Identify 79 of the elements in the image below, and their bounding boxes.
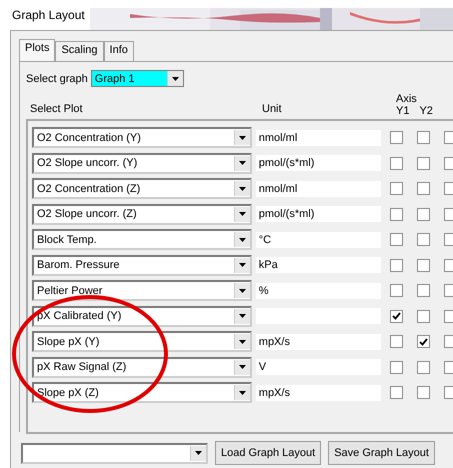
checkbox[interactable] — [390, 182, 403, 196]
checkbox[interactable] — [444, 310, 453, 323]
checkbox[interactable] — [390, 386, 403, 400]
checkbox[interactable] — [417, 182, 430, 196]
dropdown-arrow-icon — [238, 340, 246, 344]
graph-dropdown[interactable]: Graph 1 — [90, 70, 184, 87]
checkbox[interactable] — [417, 131, 430, 144]
plot-dropdown[interactable]: Barom. Pressure — [32, 254, 252, 276]
plot-dropdown[interactable]: pX Raw Signal (Z) — [32, 356, 252, 378]
layout-button[interactable]: Load Graph Layout — [215, 441, 322, 465]
unit-field[interactable]: V — [256, 359, 381, 376]
checkbox[interactable] — [444, 284, 453, 298]
plot-dropdown[interactable]: Peltier Power — [32, 280, 252, 302]
checkbox[interactable] — [390, 131, 403, 144]
unit-field[interactable]: pmol/(s*ml) — [256, 206, 381, 222]
unit-field[interactable]: mpX/s — [256, 334, 381, 350]
checkbox[interactable] — [444, 258, 453, 272]
tab[interactable]: Plots — [19, 39, 56, 62]
tab[interactable]: Scaling — [55, 41, 104, 61]
checkbox[interactable] — [390, 284, 403, 298]
plot-dropdown[interactable]: pX Calibrated (Y) — [32, 306, 252, 327]
checkbox[interactable] — [417, 360, 430, 374]
checkbox[interactable] — [444, 208, 453, 221]
checkbox[interactable] — [390, 335, 403, 348]
checkbox[interactable] — [390, 233, 403, 246]
checkbox[interactable] — [444, 182, 453, 196]
unit-field[interactable]: nmol/ml — [256, 130, 381, 146]
checkbox[interactable] — [390, 310, 403, 323]
unit-field[interactable]: nmol/ml — [256, 180, 381, 197]
checkbox[interactable] — [417, 233, 430, 246]
column-header: Unit — [262, 103, 282, 115]
dropdown-arrow-icon — [238, 238, 246, 242]
plot-dropdown[interactable]: Slope pX (Y) — [32, 331, 252, 352]
checkbox[interactable] — [390, 208, 403, 221]
checkbox[interactable] — [417, 310, 430, 323]
checkbox[interactable] — [417, 284, 430, 298]
plot-dropdown[interactable]: O2 Concentration (Y) — [32, 127, 252, 148]
checkbox[interactable] — [417, 335, 430, 348]
layout-button[interactable]: Save Graph Layout — [328, 441, 435, 465]
unit-field[interactable]: °C — [256, 232, 381, 248]
checkbox[interactable] — [444, 156, 453, 170]
checkbox[interactable] — [390, 360, 403, 374]
checkbox[interactable] — [444, 360, 453, 374]
dropdown-arrow-icon — [238, 212, 246, 216]
unit-field[interactable]: pmol/(s*ml) — [256, 155, 381, 172]
dropdown-arrow-icon — [195, 451, 202, 455]
dropdown-arrow-icon — [238, 288, 246, 293]
select-graph-label: Select graph — [26, 72, 88, 84]
column-header: Axis — [396, 93, 418, 105]
dropdown-arrow-icon — [238, 186, 246, 191]
checkbox[interactable] — [444, 335, 453, 348]
plot-dropdown[interactable]: O2 Slope uncorr. (Y) — [32, 152, 252, 174]
dropdown-arrow-icon — [238, 136, 246, 140]
dropdown-arrow-icon — [238, 365, 246, 370]
checkbox[interactable] — [444, 131, 453, 144]
checkbox[interactable] — [417, 386, 430, 400]
unit-field[interactable]: mpX/s — [256, 384, 381, 401]
checkbox[interactable] — [444, 386, 453, 400]
unit-field[interactable]: kPa — [256, 257, 381, 274]
column-header: Y1 — [396, 105, 410, 117]
column-header: Select Plot — [30, 103, 83, 115]
dropdown-arrow-icon — [238, 161, 246, 166]
dropdown-arrow-icon — [238, 263, 246, 268]
checkbox[interactable] — [417, 156, 430, 170]
unit-field[interactable]: % — [256, 282, 381, 299]
dropdown-arrow-icon — [172, 76, 179, 80]
checkbox[interactable] — [444, 233, 453, 246]
checkbox[interactable] — [390, 156, 403, 170]
checkbox[interactable] — [417, 258, 430, 272]
dropdown-arrow-icon — [238, 390, 246, 395]
dropdown-arrow-icon — [238, 314, 246, 318]
plot-dropdown[interactable]: O2 Slope uncorr. (Z) — [32, 204, 252, 225]
plot-dropdown[interactable]: Block Temp. — [32, 229, 252, 250]
column-header: Y2 — [419, 105, 433, 117]
plot-dropdown[interactable]: O2 Concentration (Z) — [32, 178, 252, 200]
checkbox[interactable] — [417, 208, 430, 221]
checkbox[interactable] — [390, 258, 403, 272]
layout-dropdown[interactable] — [21, 442, 208, 464]
tab[interactable]: Info — [104, 41, 134, 61]
